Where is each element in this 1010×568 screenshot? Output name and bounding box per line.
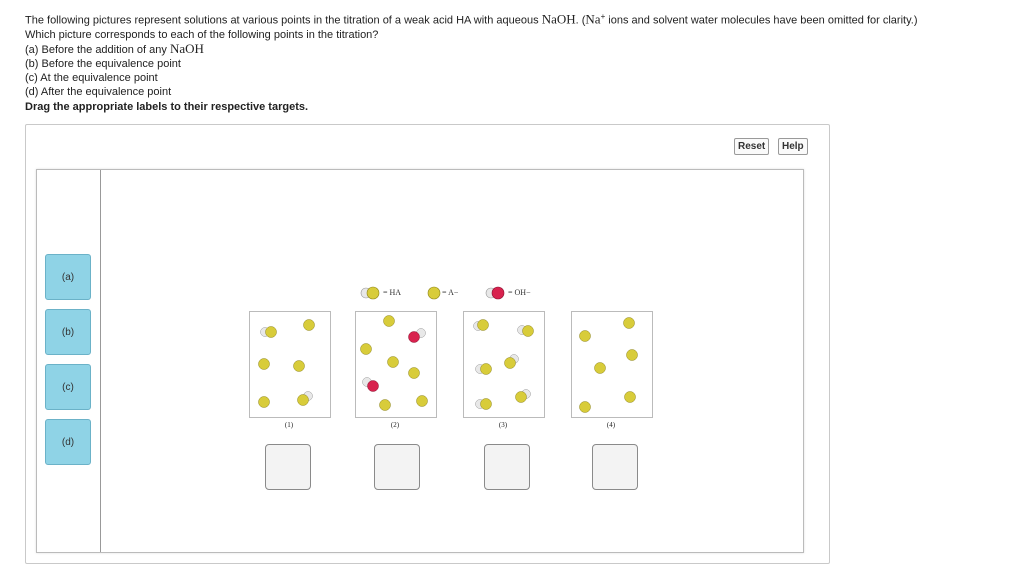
- point-c-text: (c) At the equivalence point: [25, 71, 158, 84]
- picture-3: [463, 311, 545, 418]
- point-a-text: (a) Before the addition of any NaOH: [25, 40, 204, 56]
- reset-button[interactable]: Reset: [734, 138, 770, 155]
- picture-2: [355, 311, 437, 418]
- question-text: The following pictures represent solutio…: [25, 10, 995, 99]
- picture-4: [571, 311, 653, 418]
- label-b[interactable]: (b): [45, 309, 91, 355]
- drag-drop-container: Reset Help (a) (b) (c) (d) = HA = A− = O…: [25, 124, 830, 564]
- help-button[interactable]: Help: [778, 138, 808, 155]
- legend-ha: = HA: [383, 288, 402, 297]
- drop-target-3[interactable]: [484, 444, 530, 490]
- instruction-text: Drag the appropriate labels to their res…: [25, 101, 309, 113]
- ha-molecule-icon: [360, 286, 380, 300]
- picture-3-number: (3): [498, 421, 508, 429]
- solution-3-graphic: [473, 319, 534, 410]
- a-ion-icon: [427, 286, 441, 300]
- label-bank: (a) (b) (c) (d): [37, 170, 101, 552]
- picture-1-number: (1): [284, 421, 294, 429]
- picture-4-number: (4): [606, 421, 616, 429]
- solution-2-graphic: [360, 315, 428, 411]
- solution-4-graphic: [579, 317, 638, 413]
- oh-ion-icon: [485, 286, 505, 300]
- point-b-text: (b) Before the equivalence point: [25, 57, 181, 70]
- question-line-2: Which picture corresponds to each of the…: [25, 28, 379, 41]
- picture-2-number: (2): [390, 421, 400, 429]
- drop-target-1[interactable]: [265, 444, 311, 490]
- picture-1: [249, 311, 331, 418]
- drop-target-4[interactable]: [592, 444, 638, 490]
- drop-target-2[interactable]: [374, 444, 420, 490]
- drag-drop-canvas: (a) (b) (c) (d) = HA = A− = OH− (1) (2) …: [36, 169, 804, 553]
- legend-a: = A−: [442, 288, 459, 297]
- label-a[interactable]: (a): [45, 254, 91, 300]
- label-d[interactable]: (d): [45, 419, 91, 465]
- point-d-text: (d) After the equivalence point: [25, 85, 172, 98]
- legend-oh: = OH−: [508, 288, 531, 297]
- label-c[interactable]: (c): [45, 364, 91, 410]
- question-line-1: The following pictures represent solutio…: [25, 11, 918, 27]
- solution-1-graphic: [258, 319, 315, 408]
